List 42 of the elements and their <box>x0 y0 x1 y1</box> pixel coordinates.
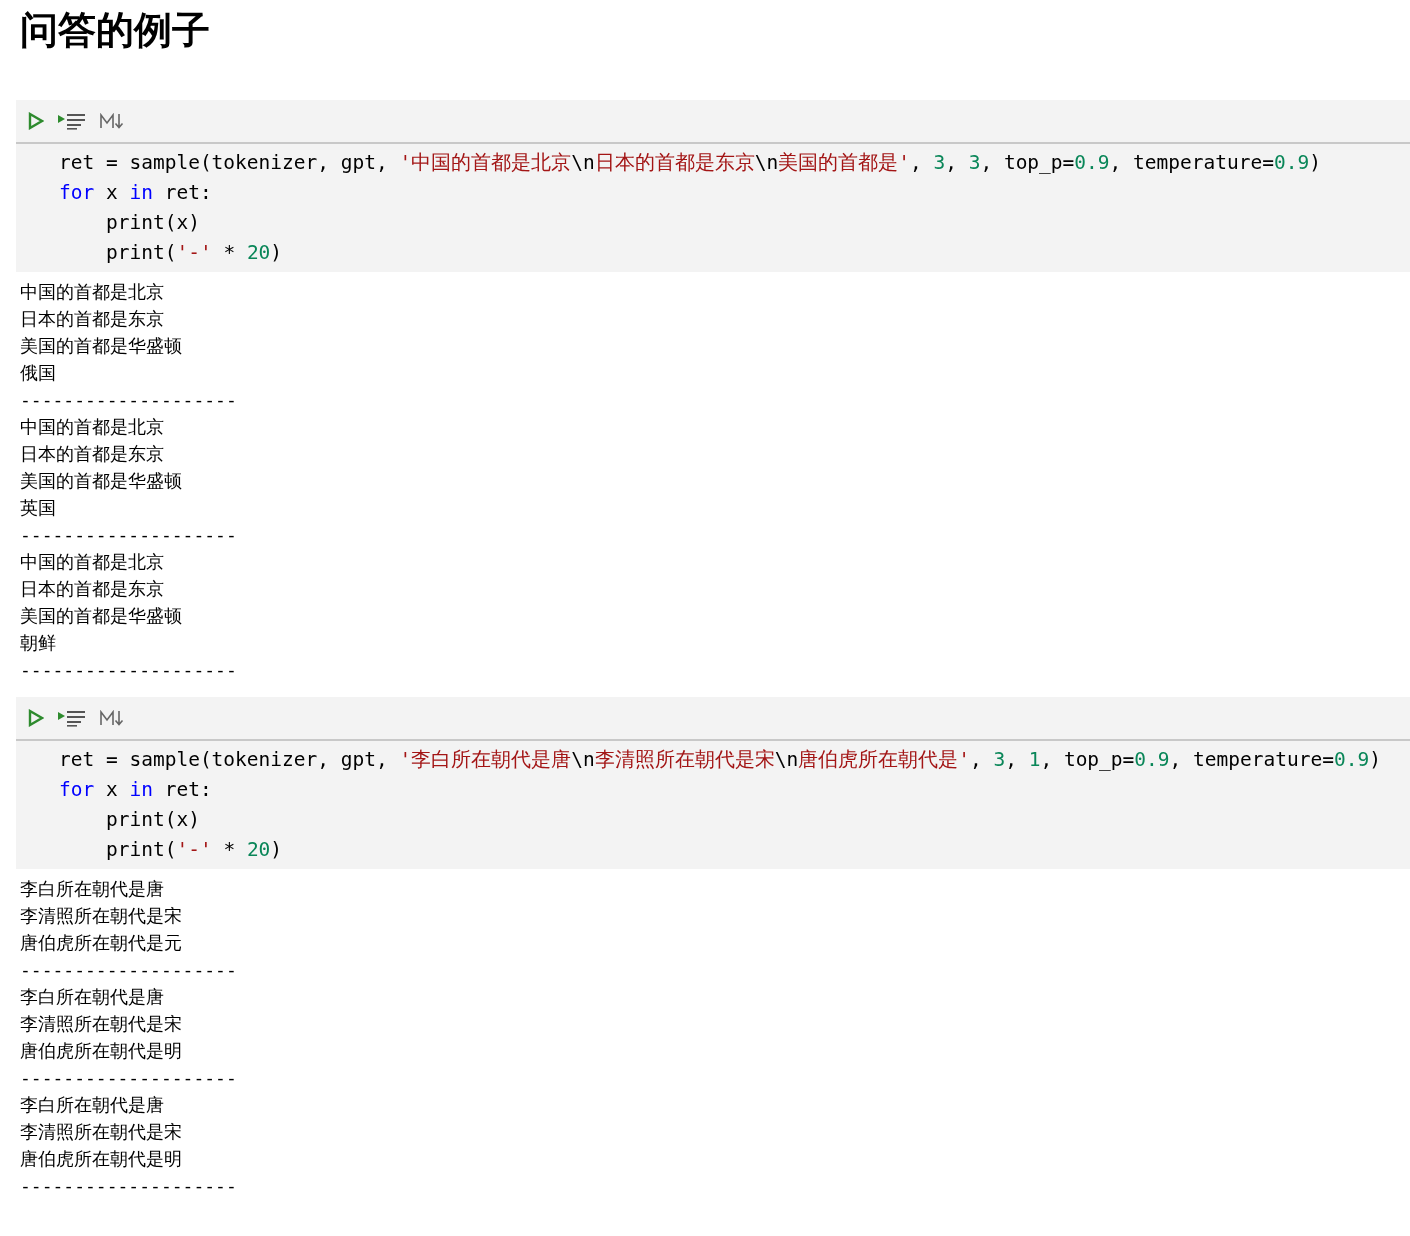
run-all-icon[interactable] <box>58 709 86 727</box>
markdown-icon[interactable] <box>100 710 124 726</box>
output-line: 中国的首都是北京 <box>20 415 164 439</box>
output-line: -------------------- <box>20 958 237 982</box>
run-icon[interactable] <box>28 709 44 727</box>
code-line: print('-' * 20) <box>104 837 283 863</box>
code-line: print('-' * 20) <box>104 240 283 266</box>
code-line: for x in ret: <box>59 180 212 206</box>
output-line: -------------------- <box>20 658 237 682</box>
output-line: 李清照所在朝代是宋 <box>20 1120 182 1144</box>
output-line: -------------------- <box>20 1066 237 1090</box>
output-line: 日本的首都是东京 <box>20 577 164 601</box>
output-line: 英国 <box>20 496 56 520</box>
run-icon[interactable] <box>28 112 44 130</box>
run-all-icon[interactable] <box>58 112 86 130</box>
output-line: 唐伯虎所在朝代是元 <box>20 931 182 955</box>
output-line: -------------------- <box>20 1174 237 1198</box>
output-line: 日本的首都是东京 <box>20 442 164 466</box>
output-line: 中国的首都是北京 <box>20 550 164 574</box>
output-line: 李白所在朝代是唐 <box>20 985 164 1009</box>
output-line: 李白所在朝代是唐 <box>20 877 164 901</box>
output-line: 美国的首都是华盛顿 <box>20 469 182 493</box>
markdown-icon[interactable] <box>100 113 124 129</box>
code-line: ret = sample(tokenizer, gpt, '中国的首都是北京\n 日本的首都是东京\n美国的首都是', 3, 3, top_p=0.9, temperature=0.9) <box>59 150 1321 176</box>
output-line: 李清照所在朝代是宋 <box>20 904 182 928</box>
output-line: 美国的首都是华盛顿 <box>20 334 182 358</box>
output-line: 美国的首都是华盛顿 <box>20 604 182 628</box>
code-line: for x in ret: <box>59 777 212 803</box>
output-line: -------------------- <box>20 523 237 547</box>
code-line: ret = sample(tokenizer, gpt, '李白所在朝代是唐\n李清照所在朝代是宋\n唐伯虎所在朝代是', 3, 1, top_p=0.9, temperature=0.9) <box>59 747 1381 773</box>
output-line: 唐伯虎所在朝代是明 <box>20 1039 182 1063</box>
output-line: 唐伯虎所在朝代是明 <box>20 1147 182 1171</box>
code-line: print(x) <box>104 210 200 236</box>
page-title: 问答的例子 <box>19 7 211 54</box>
output-line: 中国的首都是北京 <box>20 280 164 304</box>
output-line: -------------------- <box>20 388 237 412</box>
output-line: 日本的首都是东京 <box>20 307 164 331</box>
code-line: print(x) <box>104 807 200 833</box>
output-line: 俄国 <box>20 361 56 385</box>
output-line: 李白所在朝代是唐 <box>20 1093 164 1117</box>
output-line: 李清照所在朝代是宋 <box>20 1012 182 1036</box>
output-line: 朝鲜 <box>20 631 56 655</box>
